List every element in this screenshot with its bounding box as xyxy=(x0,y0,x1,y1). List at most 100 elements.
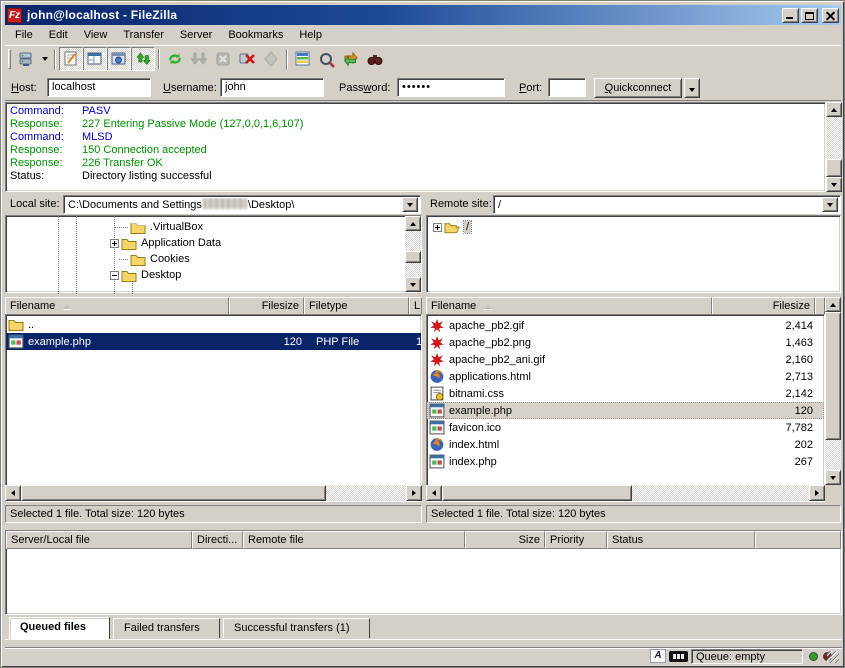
remote-h-scrollbar[interactable] xyxy=(426,485,825,501)
minimize-button[interactable] xyxy=(782,8,799,23)
scroll-track[interactable] xyxy=(405,263,421,277)
file-row[interactable]: applications.html 2,713 xyxy=(427,368,824,385)
scroll-left-button[interactable] xyxy=(426,485,442,501)
column-header-size[interactable]: Size xyxy=(465,531,545,549)
file-row-selected[interactable]: example.php 120 xyxy=(427,402,824,419)
scroll-left-button[interactable] xyxy=(5,485,21,501)
local-site-combo[interactable]: C:\Documents and Settings\Desktop\ xyxy=(63,195,421,214)
local-file-list[interactable]: .. example.php 120 PHP File 1 xyxy=(5,314,422,502)
toggle-remote-tree-button[interactable] xyxy=(107,47,131,71)
scroll-up-button[interactable] xyxy=(405,216,421,231)
tree-item-desktop[interactable]: Desktop xyxy=(110,267,181,283)
remote-v-scrollbar[interactable] xyxy=(825,297,841,485)
file-row-parent-dir[interactable]: .. xyxy=(6,316,421,333)
menu-transfer[interactable]: Transfer xyxy=(115,27,172,43)
toolbar-grip[interactable] xyxy=(8,49,11,69)
menu-help[interactable]: Help xyxy=(291,27,330,43)
remote-file-list[interactable]: apache_pb2.gif 2,414 apache_pb2.png 1,46… xyxy=(426,314,825,502)
column-header-filename[interactable]: Filename xyxy=(5,297,229,315)
local-site-dropdown[interactable] xyxy=(402,197,418,212)
local-tree-scrollbar[interactable] xyxy=(405,216,421,292)
file-row[interactable]: favicon.ico 7,782 xyxy=(427,419,824,436)
column-header-filetype[interactable]: Filetype xyxy=(304,297,409,315)
scroll-down-button[interactable] xyxy=(405,277,421,292)
synchronized-browsing-button[interactable] xyxy=(315,47,339,71)
scroll-thumb[interactable] xyxy=(825,312,841,440)
collapse-minus-icon[interactable] xyxy=(110,271,119,280)
site-manager-dropdown[interactable] xyxy=(38,48,51,70)
quickconnect-button[interactable]: Quickconnect xyxy=(594,78,682,98)
site-manager-button[interactable] xyxy=(14,47,38,71)
title-bar[interactable]: Fz john@localhost - FileZilla xyxy=(5,5,841,25)
column-header-filesize[interactable]: Filesize xyxy=(229,297,304,315)
local-tree[interactable]: .VirtualBox Application Data Cookies Des… xyxy=(5,215,422,293)
column-header-remote-file[interactable]: Remote file xyxy=(243,531,465,549)
remote-tree[interactable]: / xyxy=(426,215,841,293)
password-input[interactable]: •••••• xyxy=(397,78,505,97)
column-header-direction[interactable]: Directi... xyxy=(192,531,243,549)
scroll-down-button[interactable] xyxy=(826,177,842,192)
scroll-thumb[interactable] xyxy=(21,485,326,501)
file-row[interactable]: index.html 202 xyxy=(427,436,824,453)
column-header-server-local-file[interactable]: Server/Local file xyxy=(6,531,192,549)
scroll-up-button[interactable] xyxy=(825,297,841,312)
scroll-up-button[interactable] xyxy=(826,102,842,117)
directory-comparison-button[interactable] xyxy=(291,47,315,71)
expand-plus-icon[interactable] xyxy=(110,239,119,248)
tree-item-virtualbox[interactable]: .VirtualBox xyxy=(128,219,203,235)
column-header-priority[interactable]: Priority xyxy=(545,531,607,549)
file-row[interactable]: index.php 267 xyxy=(427,453,824,470)
column-header-filesize[interactable]: Filesize xyxy=(712,297,815,315)
log-scrollbar[interactable] xyxy=(826,102,842,192)
reconnect-button[interactable] xyxy=(259,47,283,71)
scroll-thumb[interactable] xyxy=(405,251,421,263)
scroll-track[interactable] xyxy=(405,231,421,251)
message-log[interactable]: Command:PASV Response:227 Entering Passi… xyxy=(5,102,826,192)
scroll-down-button[interactable] xyxy=(825,470,841,485)
file-row[interactable]: apache_pb2.png 1,463 xyxy=(427,334,824,351)
toggle-message-log-button[interactable] xyxy=(59,47,83,71)
scroll-track[interactable] xyxy=(826,117,842,159)
quickconnect-dropdown[interactable] xyxy=(684,78,700,98)
disconnect-button[interactable] xyxy=(235,47,259,71)
file-row[interactable]: apache_pb2_ani.gif 2,160 xyxy=(427,351,824,368)
menu-server[interactable]: Server xyxy=(172,27,220,43)
scroll-thumb[interactable] xyxy=(826,159,842,177)
scroll-track[interactable] xyxy=(825,440,841,470)
port-input[interactable] xyxy=(548,78,586,97)
tree-item-cookies[interactable]: Cookies xyxy=(128,251,190,267)
scroll-right-button[interactable] xyxy=(809,485,825,501)
scroll-track[interactable] xyxy=(326,485,406,501)
cancel-operation-button[interactable] xyxy=(211,47,235,71)
remote-site-dropdown[interactable] xyxy=(822,197,838,212)
tab-successful-transfers[interactable]: Successful transfers (1) xyxy=(223,618,370,638)
tree-item-application-data[interactable]: Application Data xyxy=(110,235,221,251)
scroll-thumb[interactable] xyxy=(442,485,632,501)
local-h-scrollbar[interactable] xyxy=(5,485,422,501)
expand-plus-icon[interactable] xyxy=(433,223,442,232)
tree-item-root[interactable]: / xyxy=(433,219,471,235)
column-header-status[interactable]: Status xyxy=(607,531,755,549)
remote-site-combo[interactable]: / xyxy=(493,195,841,214)
refresh-button[interactable] xyxy=(163,47,187,71)
resize-grip[interactable] xyxy=(827,651,839,663)
tab-failed-transfers[interactable]: Failed transfers xyxy=(113,618,220,638)
toggle-local-tree-button[interactable] xyxy=(83,47,107,71)
menu-bookmarks[interactable]: Bookmarks xyxy=(220,27,291,43)
scroll-right-button[interactable] xyxy=(406,485,422,501)
file-row-example-php[interactable]: example.php 120 PHP File 1 xyxy=(6,333,421,350)
menu-edit[interactable]: Edit xyxy=(41,27,76,43)
process-queue-button[interactable] xyxy=(187,47,211,71)
column-header-filename[interactable]: Filename xyxy=(426,297,712,315)
host-input[interactable]: localhost xyxy=(47,78,151,97)
menu-file[interactable]: File xyxy=(7,27,41,43)
close-button[interactable] xyxy=(822,8,839,23)
toggle-queue-button[interactable] xyxy=(131,47,155,71)
file-row[interactable]: apache_pb2.gif 2,414 xyxy=(427,317,824,334)
menu-view[interactable]: View xyxy=(76,27,116,43)
column-header-lastmodified[interactable]: L xyxy=(409,297,422,315)
find-files-button[interactable] xyxy=(363,47,387,71)
username-input[interactable]: john xyxy=(220,78,324,97)
tab-queued-files[interactable]: Queued files xyxy=(9,617,110,639)
transfer-queue-panel[interactable]: Server/Local file Directi... Remote file… xyxy=(5,530,842,615)
